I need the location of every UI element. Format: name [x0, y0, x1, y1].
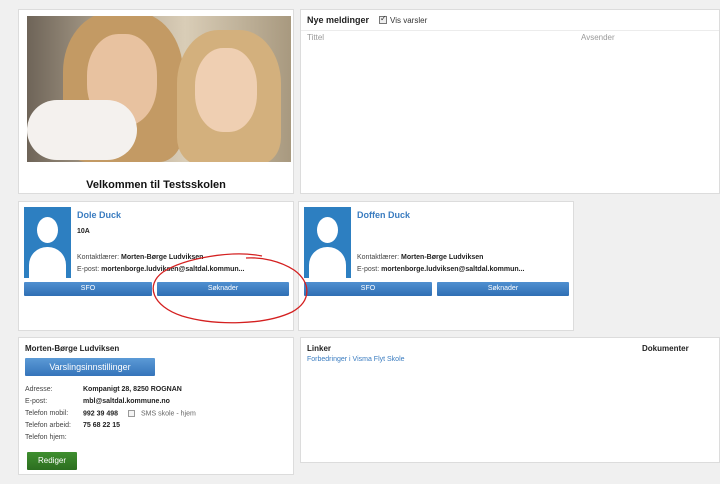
contact-teacher-line: Kontaktlærer: Morten-Børge Ludviksen — [357, 254, 484, 261]
documents-header: Dokumenter — [642, 344, 689, 353]
home-phone-row: Telefon hjem: — [25, 434, 67, 441]
column-sender[interactable]: Avsender — [581, 33, 615, 42]
messages-divider — [301, 30, 719, 31]
applications-button[interactable]: Søknader — [437, 282, 569, 296]
messages-header: Nye meldinger Vis varsler — [307, 14, 428, 25]
child-card-dole: Dole Duck 10A Kontaktlærer: Morten-Børge… — [18, 201, 294, 331]
notification-settings-button[interactable]: Varslingsinnstillinger — [25, 358, 155, 376]
welcome-panel: Velkommen til Testsskolen — [18, 9, 294, 194]
link-item[interactable]: Forbedringer i Visma Flyt Skole — [307, 356, 405, 363]
show-alerts-checkbox[interactable] — [379, 14, 388, 24]
teacher-email-line: E-post: mortenborge.ludviksen@saltdal.ko… — [77, 266, 245, 273]
sms-label: SMS skole - hjem — [140, 410, 196, 418]
child-card-doffen: Doffen Duck Kontaktlærer: Morten-Børge L… — [298, 201, 574, 331]
messages-panel: Nye meldinger Vis varsler Tittel Avsende… — [300, 9, 720, 194]
email-row: E-post: mbl@saltdal.kommune.no — [25, 398, 170, 405]
address-row: Adresse: Kompanigt 28, 8250 ROGNAN — [25, 386, 182, 393]
sms-checkbox[interactable] — [128, 410, 135, 417]
welcome-title: Velkommen til Testsskolen — [86, 179, 226, 191]
sfo-button[interactable]: SFO — [24, 282, 152, 296]
contact-teacher-line: Kontaktlærer: Morten-Børge Ludviksen — [77, 254, 204, 261]
work-phone-row: Telefon arbeid: 75 68 22 15 — [25, 422, 120, 429]
links-panel: Linker Dokumenter Forbedringer i Visma F… — [300, 337, 720, 463]
contact-panel: Morten-Børge Ludviksen Varslingsinnstill… — [18, 337, 294, 475]
child-name[interactable]: Doffen Duck — [357, 210, 410, 220]
applications-button[interactable]: Søknader — [157, 282, 289, 296]
links-header: Linker — [307, 344, 332, 353]
teacher-email-line: E-post: mortenborge.ludviksen@saltdal.ko… — [357, 266, 525, 273]
mobile-row: Telefon mobil: 992 39 498 SMS skole - hje… — [25, 410, 196, 418]
welcome-photo — [27, 16, 291, 162]
show-alerts-label: Vis varsler — [390, 15, 428, 25]
child-class: 10A — [77, 228, 90, 235]
avatar — [304, 207, 351, 278]
child-name[interactable]: Dole Duck — [77, 210, 121, 220]
avatar — [24, 207, 71, 278]
sfo-button[interactable]: SFO — [304, 282, 432, 296]
messages-title: Nye meldinger — [307, 15, 370, 25]
column-title[interactable]: Tittel — [307, 33, 324, 42]
contact-name: Morten-Børge Ludviksen — [25, 344, 120, 353]
edit-button[interactable]: Rediger — [27, 452, 77, 470]
